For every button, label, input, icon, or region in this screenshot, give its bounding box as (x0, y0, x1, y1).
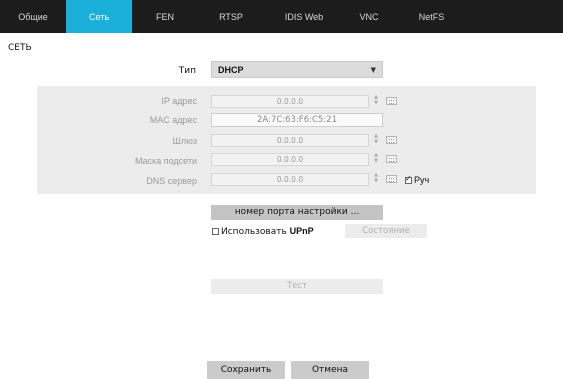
spinner-arrows-icon[interactable]: ▲ ▼ (372, 133, 380, 147)
keyboard-icon[interactable] (386, 136, 397, 144)
checkbox-unchecked-icon[interactable] (212, 228, 219, 235)
type-label: Тип (178, 66, 196, 76)
dns-label: DNS сервер (146, 176, 197, 186)
save-button[interactable]: Сохранить (207, 361, 285, 379)
tab-general[interactable]: Общие (0, 0, 66, 33)
tab-rtsp[interactable]: RTSP (198, 0, 264, 33)
tab-vnc[interactable]: VNC (344, 0, 394, 33)
chevron-down-icon: ▼ (370, 66, 376, 74)
upnp-label-bold: UPnP (289, 226, 314, 236)
gateway-label: Шлюз (172, 136, 197, 146)
tab-idis-web[interactable]: IDIS Web (264, 0, 344, 33)
ip-field[interactable]: 0.0.0.0 (211, 95, 369, 108)
manual-dns-checkbox[interactable]: Руч (405, 174, 430, 185)
tab-fen[interactable]: FEN (132, 0, 198, 33)
keyboard-icon[interactable] (386, 175, 397, 183)
ip-label: IP адрес (161, 96, 197, 106)
cancel-button[interactable]: Отмена (291, 361, 369, 379)
mac-label: MAC адрес (149, 115, 197, 125)
spinner-arrows-icon[interactable]: ▲ ▼ (372, 94, 380, 108)
upnp-checkbox[interactable]: Использовать UPnP (212, 226, 314, 237)
port-settings-button[interactable]: номер порта настройки ... (211, 205, 383, 220)
spinner-arrows-icon[interactable]: ▲ ▼ (372, 152, 380, 166)
checkbox-checked-icon[interactable] (405, 174, 412, 184)
gateway-field[interactable]: 0.0.0.0 (211, 134, 369, 147)
upnp-label-prefix: Использовать (221, 227, 290, 237)
keyboard-icon[interactable] (386, 155, 397, 163)
tab-bar: Общие Сеть FEN RTSP IDIS Web VNC NetFS (0, 0, 563, 33)
type-select-value: DHCP (218, 65, 244, 75)
keyboard-icon[interactable] (386, 97, 397, 105)
subnet-field[interactable]: 0.0.0.0 (211, 153, 369, 166)
status-button[interactable]: Состояние (345, 224, 427, 238)
mac-field: 2A:7C:63:F6:C5:21 (211, 113, 383, 127)
section-title: СЕТЬ (8, 43, 32, 53)
tab-network[interactable]: Сеть (66, 0, 132, 33)
dns-field[interactable]: 0.0.0.0 (211, 173, 369, 186)
subnet-label: Маска подсети (134, 156, 197, 166)
manual-dns-label: Руч (414, 175, 430, 185)
tab-netfs[interactable]: NetFS (394, 0, 469, 33)
type-select[interactable]: DHCP ▼ (211, 61, 383, 78)
test-button[interactable]: Тест (211, 279, 383, 294)
spinner-arrows-icon[interactable]: ▲ ▼ (372, 172, 380, 186)
